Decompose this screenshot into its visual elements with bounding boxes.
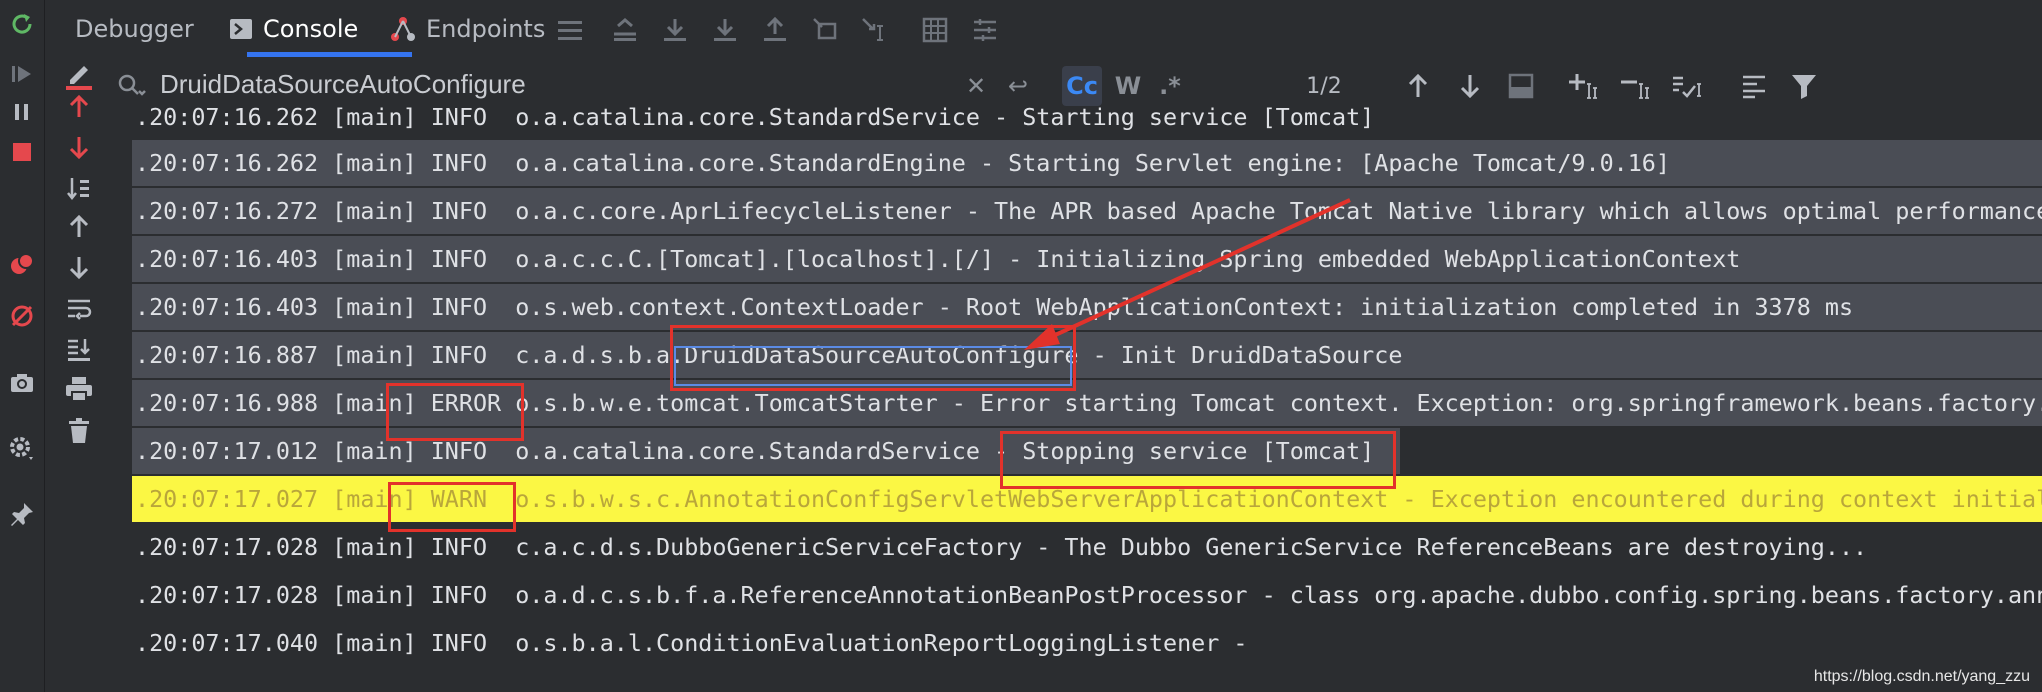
annotation-arrow — [1024, 198, 1351, 350]
watermark: https://blog.csdn.net/yang_zzu — [1813, 668, 2030, 685]
